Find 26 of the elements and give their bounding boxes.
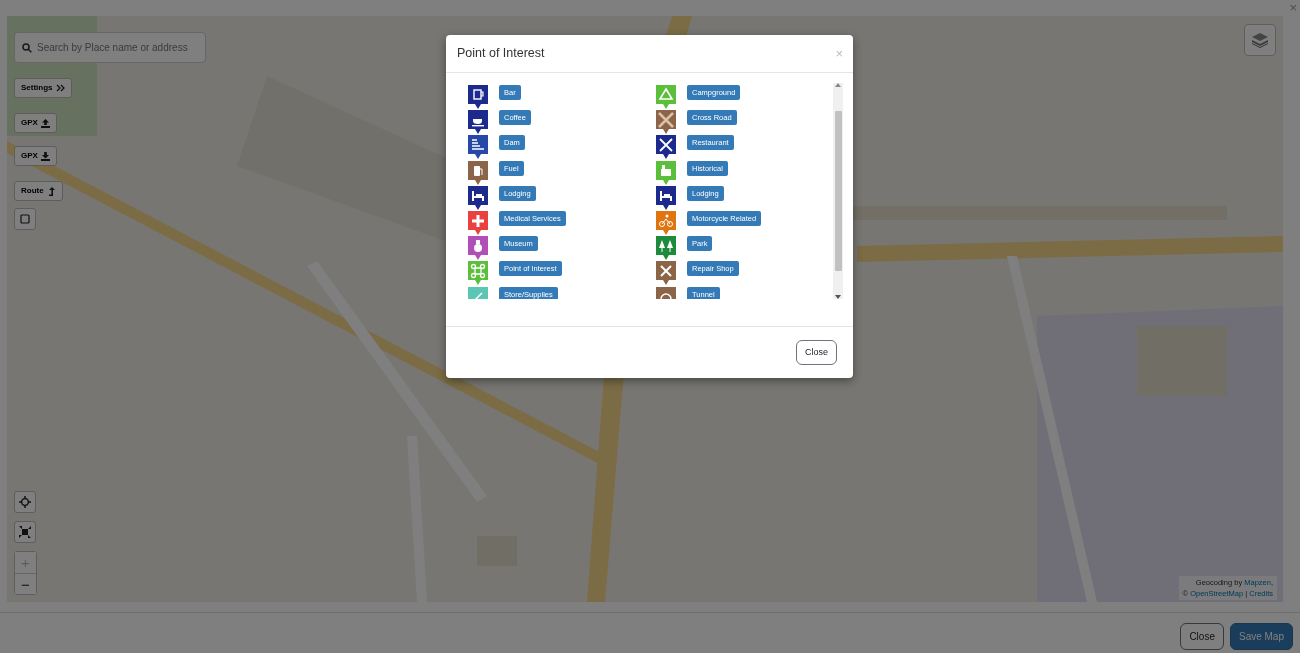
scroll-down-icon[interactable] bbox=[835, 295, 841, 299]
scrollbar[interactable] bbox=[833, 83, 843, 299]
scrollbar-thumb[interactable] bbox=[834, 111, 842, 271]
rectangle-tool-button[interactable] bbox=[14, 208, 36, 230]
gpx-button[interactable]: GPX bbox=[14, 146, 57, 166]
layers-button[interactable] bbox=[1244, 24, 1276, 56]
layers-icon bbox=[1251, 31, 1269, 49]
fullscreen-button[interactable] bbox=[14, 521, 36, 543]
modal-title: Point of Interest bbox=[457, 46, 545, 61]
gpx-button[interactable]: GPX bbox=[14, 113, 57, 133]
locate-button[interactable] bbox=[14, 491, 36, 513]
square-icon bbox=[20, 214, 30, 224]
save-map-button[interactable]: Save Map bbox=[1229, 623, 1293, 650]
double-chevron-icon bbox=[55, 83, 65, 93]
turn-arrow-icon bbox=[46, 186, 56, 196]
settings-button[interactable]: Settings bbox=[14, 78, 72, 98]
download-icon bbox=[40, 151, 50, 161]
fullscreen-icon bbox=[19, 526, 31, 538]
zoom-out-button[interactable]: − bbox=[15, 573, 36, 594]
search-field[interactable]: Search by Place name or address bbox=[14, 32, 206, 63]
route-button[interactable]: Route bbox=[14, 181, 63, 201]
crosshair-icon bbox=[19, 496, 31, 508]
upload-icon bbox=[40, 118, 50, 128]
close-button[interactable]: Close bbox=[796, 339, 837, 366]
close-button[interactable]: Close bbox=[1180, 623, 1224, 650]
scroll-up-icon[interactable] bbox=[835, 83, 841, 87]
